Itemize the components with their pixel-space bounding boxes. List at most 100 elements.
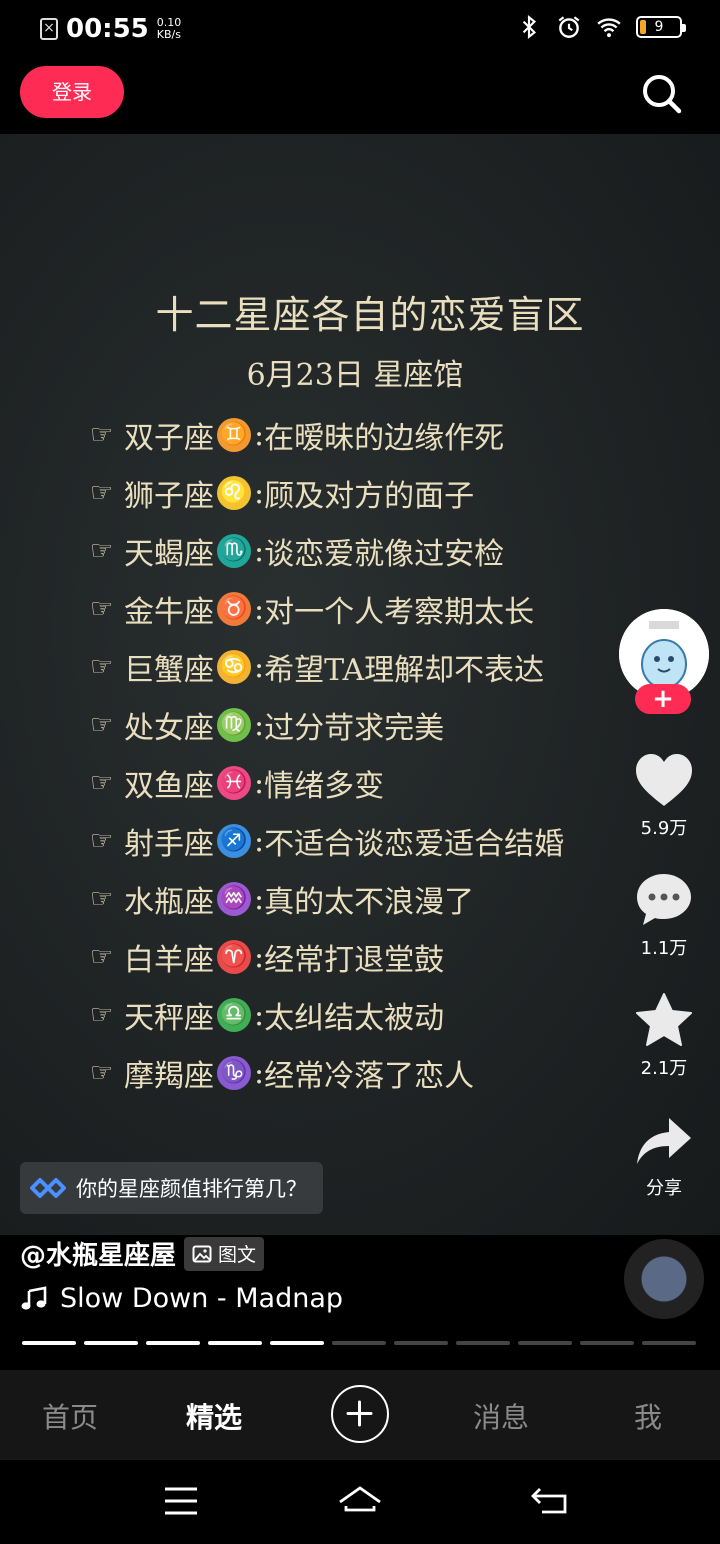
zodiac-symbol-icon: ♏: [217, 534, 251, 568]
menu-icon[interactable]: [162, 1484, 200, 1518]
zodiac-row: ☞ 金牛座 ♉: 对一个人考察期太长: [90, 580, 564, 638]
progress-segment: [394, 1341, 448, 1345]
post-type-label: 图文: [218, 1244, 257, 1266]
tab-home[interactable]: 首页: [42, 1396, 98, 1436]
zodiac-sign: 白羊座: [124, 943, 214, 978]
follow-button[interactable]: +: [635, 684, 691, 714]
share-label: 分享: [646, 1178, 682, 1199]
share-icon: [637, 1118, 691, 1164]
topic-link-chip[interactable]: 你的星座颜值排行第几？: [20, 1162, 323, 1214]
zodiac-colon: :: [254, 649, 265, 685]
progress-segment: [146, 1341, 200, 1345]
zodiac-colon: :: [254, 1055, 265, 1091]
tab-messages[interactable]: 消息: [473, 1396, 529, 1436]
link-icon: [30, 1178, 66, 1198]
net-speed-unit: KB/s: [156, 28, 181, 41]
zodiac-row: ☞ 双鱼座 ♓: 情绪多变: [90, 754, 564, 812]
zodiac-symbol-icon: ♋: [217, 650, 251, 684]
zodiac-sign: 天蝎座: [124, 537, 214, 572]
create-button[interactable]: [331, 1385, 389, 1443]
post-title: 十二星座各自的恋爱盲区: [155, 293, 585, 337]
progress-segment: [84, 1341, 138, 1345]
zodiac-colon: :: [254, 533, 265, 569]
zodiac-trait: 在暧昧的边缘作死: [264, 421, 505, 456]
pointing-hand-icon: ☞: [90, 594, 114, 624]
zodiac-trait: 经常打退堂鼓: [264, 943, 445, 978]
zodiac-symbol-icon: ♐: [217, 824, 251, 858]
net-speed: 0.10 KB/s: [157, 17, 182, 41]
zodiac-row: ☞ 天秤座 ♎: 太纠结太被动: [90, 986, 564, 1044]
zodiac-trait: 太纠结太被动: [264, 1001, 445, 1036]
pointing-hand-icon: ☞: [90, 652, 114, 682]
like-count: 5.9万: [640, 818, 688, 839]
pointing-hand-icon: ☞: [90, 536, 114, 566]
wifi-icon: [597, 18, 621, 38]
zodiac-trait: 顾及对方的面子: [264, 479, 475, 514]
progress-segment: [456, 1341, 510, 1345]
zodiac-sign: 处女座: [124, 711, 214, 746]
login-button[interactable]: 登录: [20, 66, 124, 118]
share-button[interactable]: 分享: [620, 1116, 708, 1200]
plus-icon: [346, 1400, 373, 1427]
zodiac-symbol-icon: ♍: [217, 708, 251, 742]
zodiac-colon: :: [254, 475, 265, 511]
pointing-hand-icon: ☞: [90, 1058, 114, 1088]
zodiac-sign: 天秤座: [124, 1001, 214, 1036]
progress-segment: [270, 1341, 324, 1345]
zodiac-row: ☞ 天蝎座 ♏: 谈恋爱就像过安检: [90, 522, 564, 580]
battery-level: 9: [654, 19, 664, 35]
status-bar: × 00:55 0.10 KB/s 9: [0, 0, 720, 58]
zodiac-symbol-icon: ♓: [217, 766, 251, 800]
music-row[interactable]: Slow Down - Madnap: [20, 1283, 343, 1314]
alarm-icon: [558, 16, 580, 38]
favorite-button[interactable]: 2.1万: [620, 992, 708, 1080]
zodiac-row: ☞ 巨蟹座 ♋: 希望TA理解却不表达: [90, 638, 564, 696]
like-button[interactable]: 5.9万: [620, 752, 708, 840]
zodiac-symbol-icon: ♌: [217, 476, 251, 510]
tab-me[interactable]: 我: [634, 1396, 662, 1436]
tab-featured[interactable]: 精选: [186, 1396, 242, 1436]
zodiac-colon: :: [254, 881, 265, 917]
zodiac-trait: 经常冷落了恋人: [264, 1059, 475, 1094]
zodiac-colon: :: [254, 591, 265, 627]
favorite-count: 2.1万: [640, 1058, 688, 1079]
zodiac-row: ☞ 射手座 ♐: 不适合谈恋爱适合结婚: [90, 812, 564, 870]
post-image[interactable]: 十二星座各自的恋爱盲区 6月23日 星座馆 ☞ 双子座 ♊: 在暧昧的边缘作死 ☞ 狮子座…: [0, 134, 720, 1235]
status-time: 00:55: [66, 14, 149, 44]
zodiac-trait: 过分苛求完美: [264, 711, 445, 746]
post-subtitle: 6月23日 星座馆: [246, 358, 464, 393]
progress-segment: [518, 1341, 572, 1345]
back-icon[interactable]: [530, 1484, 570, 1518]
zodiac-sign: 水瓶座: [124, 885, 214, 920]
status-right: 9: [516, 14, 686, 40]
zodiac-colon: :: [254, 823, 265, 859]
zodiac-sign: 射手座: [124, 827, 214, 862]
bluetooth-icon: [522, 14, 537, 40]
progress-segment: [642, 1341, 696, 1345]
zodiac-symbol-icon: ♎: [217, 998, 251, 1032]
post-info: @水瓶星座屋 图文 Slow Down - Madnap: [0, 1235, 720, 1370]
top-nav: 登录: [0, 58, 720, 134]
zodiac-list: ☞ 双子座 ♊: 在暧昧的边缘作死 ☞ 狮子座 ♌: 顾及对方的面子 ☞ 天蝎座 ♏: 谈恋爱就像过安…: [90, 406, 564, 1102]
zodiac-colon: :: [254, 417, 265, 453]
search-icon[interactable]: [640, 72, 684, 116]
zodiac-trait: 谈恋爱就像过安检: [264, 537, 505, 572]
zodiac-row: ☞ 白羊座 ♈: 经常打退堂鼓: [90, 928, 564, 986]
comment-button[interactable]: 1.1万: [620, 872, 708, 960]
pointing-hand-icon: ☞: [90, 942, 114, 972]
progress-segment: [332, 1341, 386, 1345]
music-disc[interactable]: [624, 1239, 704, 1319]
zodiac-row: ☞ 处女座 ♍: 过分苛求完美: [90, 696, 564, 754]
comment-icon: [637, 874, 691, 925]
pointing-hand-icon: ☞: [90, 710, 114, 740]
progress-segment: [580, 1341, 634, 1345]
song-title: Slow Down - Madnap: [60, 1283, 344, 1314]
author-name[interactable]: @水瓶星座屋: [20, 1235, 176, 1272]
zodiac-colon: :: [254, 765, 265, 801]
zodiac-row: ☞ 摩羯座 ♑: 经常冷落了恋人: [90, 1044, 564, 1102]
zodiac-row: ☞ 水瓶座 ♒: 真的太不浪漫了: [90, 870, 564, 928]
zodiac-row: ☞ 狮子座 ♌: 顾及对方的面子: [90, 464, 564, 522]
star-icon: [636, 993, 692, 1046]
home-icon[interactable]: [336, 1484, 384, 1520]
pointing-hand-icon: ☞: [90, 884, 114, 914]
